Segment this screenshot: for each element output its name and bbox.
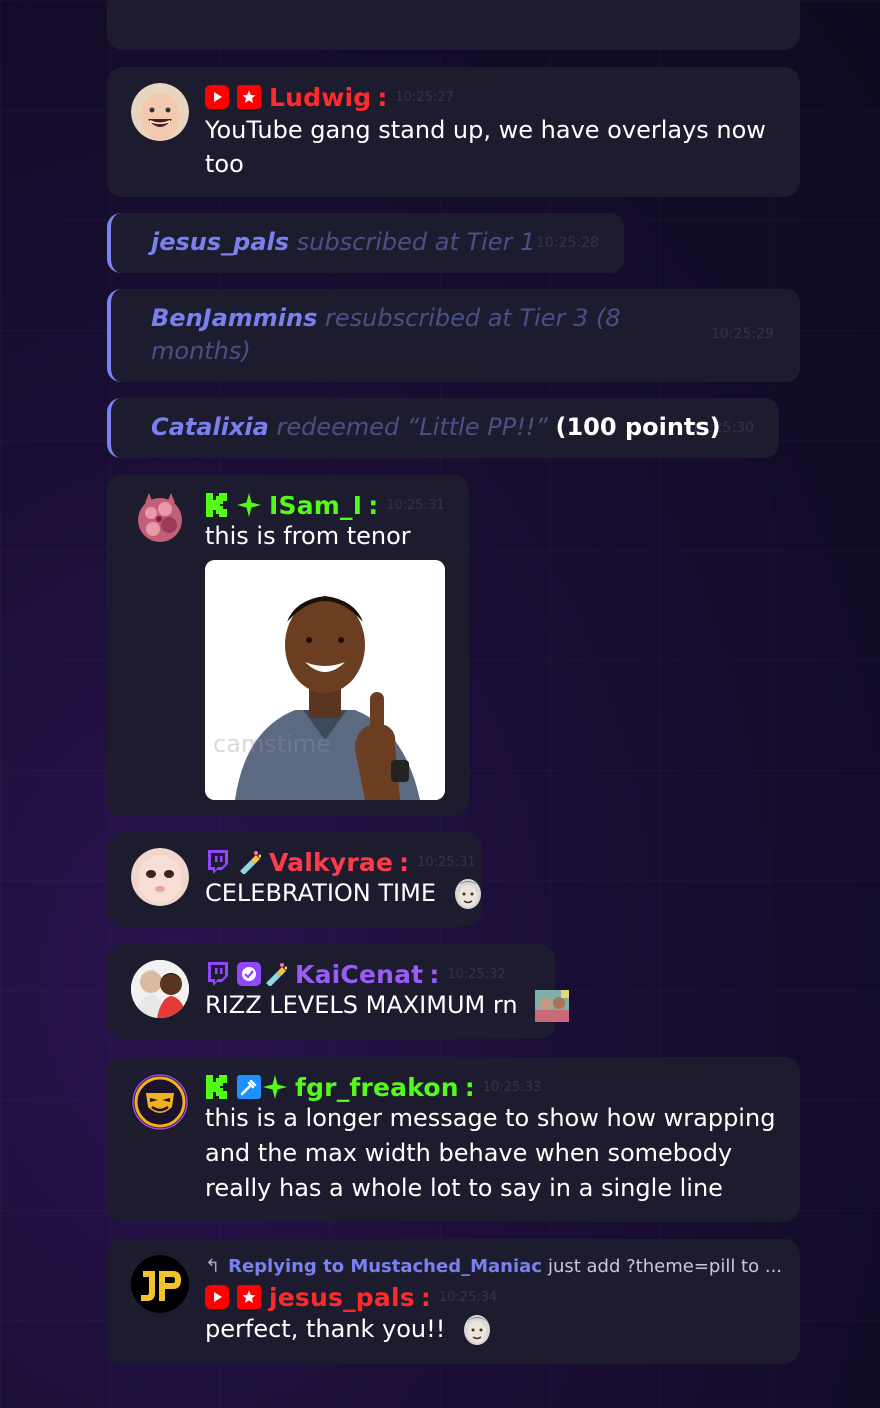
event-description-cont: months) — [151, 337, 251, 365]
message-text: perfect, thank you!! — [205, 1312, 491, 1347]
image-watermark: camstime — [213, 730, 331, 758]
timestamp: 10:25:32 — [447, 966, 506, 982]
paint-badge-icon — [263, 962, 287, 986]
event-text: Catalixia redeemed “Little PP!!” (100 po… — [151, 411, 721, 444]
username[interactable]: KaiCenat — [295, 960, 423, 989]
message-header: ISam_I : 10:25:31 — [205, 490, 445, 520]
moderator-sword-icon — [237, 1075, 261, 1099]
timestamp: 10:25:31 — [386, 497, 445, 513]
reply-arrow-icon: ↰ — [205, 1255, 221, 1277]
emote-icon — [454, 878, 482, 910]
timestamp: 10:25:30 — [691, 420, 754, 436]
twitch-icon — [205, 850, 229, 874]
message-line: and the max width behave when somebody — [205, 1139, 733, 1167]
emote-icon — [463, 1314, 491, 1346]
message-text: RIZZ LEVELS MAXIMUM rn — [205, 988, 570, 1023]
event-username[interactable]: Catalixia — [151, 413, 269, 441]
timestamp: 10:25:31 — [417, 854, 476, 870]
chat-message-ludwig: Ludwig : 10:25:27 YouTube gang stand up,… — [107, 67, 800, 197]
message-line: this is a longer message to show how wra… — [205, 1104, 776, 1132]
username[interactable]: Valkyrae — [269, 848, 393, 877]
username[interactable]: fgr_freakon — [295, 1073, 459, 1102]
reply-preview: just add ?theme=pill to ... — [547, 1255, 783, 1277]
colon-separator: : — [399, 847, 410, 877]
twitch-icon — [205, 962, 229, 986]
username[interactable]: ISam_I — [269, 491, 362, 520]
message-body: CELEBRATION TIME — [205, 879, 436, 907]
chat-message-jesus-pals-reply: ↰ Replying to Mustached_Maniac just add … — [107, 1239, 800, 1364]
kick-icon — [205, 493, 229, 517]
avatar — [131, 83, 189, 141]
chat-message-isam: ISam_I : 10:25:31 this is from tenor cam… — [107, 475, 469, 816]
timestamp: 10:25:29 — [711, 326, 774, 342]
avatar — [131, 848, 189, 906]
timestamp: 10:25:27 — [395, 89, 454, 105]
message-body: perfect, thank you!! — [205, 1315, 446, 1343]
embedded-gif-image[interactable]: camstime — [205, 560, 445, 800]
timestamp: 10:25:34 — [438, 1289, 498, 1305]
colon-separator: : — [368, 490, 379, 520]
colon-separator: : — [429, 959, 440, 989]
event-text: BenJammins resubscribed at Tier 3 (8 mon… — [151, 302, 671, 368]
reply-label[interactable]: Replying to Mustached_Maniac — [228, 1256, 542, 1277]
message-line: really has a whole lot to say in a singl… — [205, 1174, 723, 1202]
event-username[interactable]: jesus_pals — [151, 228, 289, 256]
youtube-icon — [205, 1285, 229, 1309]
youtube-icon — [205, 85, 229, 109]
event-resubscription: BenJammins resubscribed at Tier 3 (8 mon… — [107, 289, 800, 382]
chat-message-valkyrae: Valkyrae : 10:25:31 CELEBRATION TIME — [107, 832, 482, 927]
colon-separator: : — [420, 1282, 431, 1312]
kick-icon — [205, 1075, 229, 1099]
emote-icon — [535, 990, 570, 1022]
colon-separator: : — [377, 82, 388, 112]
event-subscription: jesus_pals subscribed at Tier 1 10:25:28 — [107, 213, 624, 273]
chat-message-kaicenat: KaiCenat : 10:25:32 RIZZ LEVELS MAXIMUM … — [107, 944, 570, 1039]
message-header: Valkyrae : 10:25:31 — [205, 847, 476, 877]
event-username[interactable]: BenJammins — [151, 304, 317, 332]
event-description: subscribed at Tier 1 — [296, 228, 536, 256]
avatar — [131, 1073, 189, 1131]
message-body: RIZZ LEVELS MAXIMUM rn — [205, 991, 518, 1019]
timestamp: 10:25:28 — [536, 235, 599, 251]
verified-badge-icon — [237, 962, 261, 986]
sparkle-badge-icon — [237, 493, 261, 517]
reply-context[interactable]: ↰ Replying to Mustached_Maniac just add … — [205, 1253, 782, 1279]
message-header: Ludwig : 10:25:27 — [205, 82, 454, 112]
event-redemption: Catalixia redeemed “Little PP!!” (100 po… — [107, 398, 779, 458]
message-text: CELEBRATION TIME — [205, 876, 482, 911]
star-badge-icon — [237, 1285, 261, 1309]
message-header: KaiCenat : 10:25:32 — [205, 959, 506, 989]
partial-message-card — [107, 0, 800, 50]
message-header: fgr_freakon : 10:25:33 — [205, 1072, 541, 1102]
paint-badge-icon — [237, 850, 261, 874]
timestamp: 10:25:33 — [482, 1079, 542, 1095]
avatar — [131, 489, 189, 547]
colon-separator: : — [464, 1072, 475, 1102]
sparkle-badge-icon — [263, 1075, 287, 1099]
message-text: this is a longer message to show how wra… — [205, 1101, 775, 1206]
message-header: jesus_pals : 10:25:34 — [205, 1282, 497, 1312]
username[interactable]: Ludwig — [269, 83, 371, 112]
message-text: YouTube gang stand up, we have overlays … — [205, 116, 766, 178]
username[interactable]: jesus_pals — [269, 1283, 415, 1312]
avatar — [131, 1255, 189, 1313]
chat-message-fgr-freakon: fgr_freakon : 10:25:33 this is a longer … — [107, 1057, 800, 1222]
event-description: resubscribed at Tier 3 (8 — [325, 304, 621, 332]
event-text: jesus_pals subscribed at Tier 1 — [151, 226, 535, 259]
message-text: this is from tenor — [205, 522, 411, 550]
event-description: redeemed “Little PP!!” — [276, 413, 548, 441]
avatar — [131, 960, 189, 1018]
star-badge-icon — [237, 85, 261, 109]
